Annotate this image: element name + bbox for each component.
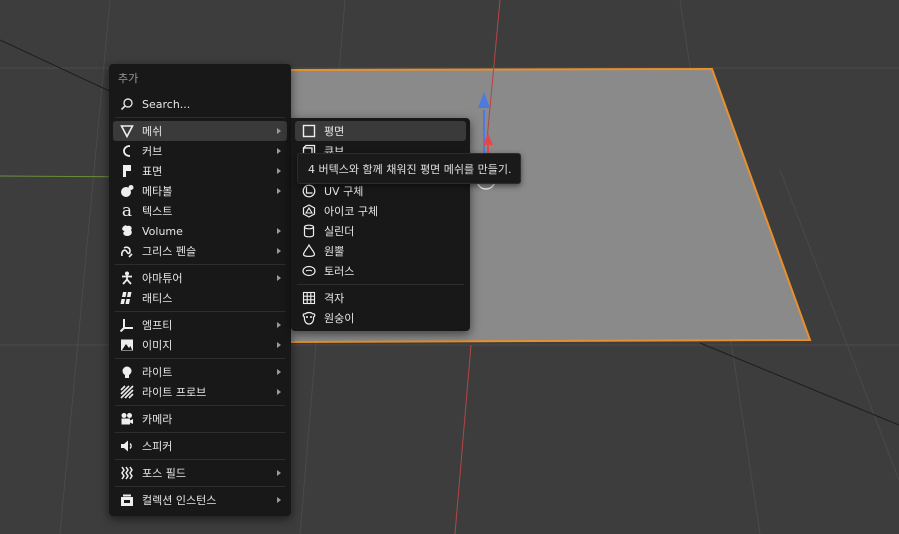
metaball-icon <box>119 183 135 199</box>
mesh-item-uv-sphere[interactable]: UV 구체 <box>295 181 466 201</box>
menu-item-label: 라이트 프로브 <box>142 386 207 399</box>
menu-item-light[interactable]: 라이트 <box>113 362 287 382</box>
menu-item-label: 그리스 펜슬 <box>142 245 197 258</box>
menu-item-image[interactable]: 이미지 <box>113 335 287 355</box>
menu-item-empty[interactable]: 엠프티 <box>113 315 287 335</box>
mesh-icon <box>119 123 135 139</box>
mesh-item-monkey[interactable]: 원숭이 <box>295 308 466 328</box>
submenu-arrow-icon <box>277 497 281 503</box>
text-icon: a <box>121 201 133 221</box>
ico-sphere-icon <box>301 203 317 219</box>
submenu-arrow-icon <box>277 275 281 281</box>
menu-item-label: 컬렉션 인스턴스 <box>142 494 217 507</box>
menu-item-surface[interactable]: 표면 <box>113 161 287 181</box>
menu-item-collection-instance[interactable]: 컬렉션 인스턴스 <box>113 490 287 510</box>
add-menu: 추가 Search... 메쉬 커브 표면 메타볼 a 텍스트 Volume 그… <box>109 64 291 516</box>
menu-item-lattice[interactable]: 래티스 <box>113 288 287 308</box>
menu-item-camera[interactable]: 카메라 <box>113 409 287 429</box>
submenu-arrow-icon <box>277 369 281 375</box>
cone-icon <box>301 243 317 259</box>
mesh-item-plane[interactable]: 평면 <box>295 121 466 141</box>
menu-item-label: 커브 <box>142 145 163 158</box>
menu-item-label: 포스 필드 <box>142 467 186 480</box>
menu-item-label: 카메라 <box>142 413 173 426</box>
menu-item-text[interactable]: a 텍스트 <box>113 201 287 221</box>
menu-item-curve[interactable]: 커브 <box>113 141 287 161</box>
grid-icon <box>301 290 317 306</box>
uv-sphere-icon <box>301 183 317 199</box>
mesh-item-cone[interactable]: 원뿔 <box>295 241 466 261</box>
menu-item-volume[interactable]: Volume <box>113 221 287 241</box>
monkey-icon <box>301 310 317 326</box>
tooltip: 4 버텍스와 함께 채워진 평면 메쉬를 만들기. <box>297 153 521 184</box>
submenu-arrow-icon <box>277 248 281 254</box>
curve-icon <box>119 143 135 159</box>
menu-item-metaball[interactable]: 메타볼 <box>113 181 287 201</box>
menu-item-label: 텍스트 <box>142 205 173 218</box>
menu-item-label: 스피커 <box>142 440 173 453</box>
surface-icon <box>119 163 135 179</box>
menu-item-label: 표면 <box>142 165 163 178</box>
menu-item-label: 아마튜어 <box>142 272 183 285</box>
volume-icon <box>119 223 135 239</box>
menu-item-label: 원뿔 <box>324 245 345 258</box>
menu-item-label: 아이코 구체 <box>324 205 379 218</box>
submenu-arrow-icon <box>277 128 281 134</box>
collection-instance-icon <box>119 492 135 508</box>
mesh-item-torus[interactable]: 토러스 <box>295 261 466 281</box>
menu-item-light-probe[interactable]: 라이트 프로브 <box>113 382 287 402</box>
light-probe-icon <box>119 384 135 400</box>
submenu-arrow-icon <box>277 470 281 476</box>
submenu-arrow-icon <box>277 342 281 348</box>
submenu-arrow-icon <box>277 148 281 154</box>
submenu-arrow-icon <box>277 322 281 328</box>
mesh-item-ico-sphere[interactable]: 아이코 구체 <box>295 201 466 221</box>
search-icon <box>119 96 135 112</box>
plane-icon <box>301 123 317 139</box>
menu-item-label: 메쉬 <box>142 125 163 138</box>
menu-item-force-field[interactable]: 포스 필드 <box>113 463 287 483</box>
menu-item-speaker[interactable]: 스피커 <box>113 436 287 456</box>
menu-item-label: 이미지 <box>142 339 173 352</box>
grease-pencil-icon <box>119 243 135 259</box>
menu-item-armature[interactable]: 아마튜어 <box>113 268 287 288</box>
image-icon <box>119 337 135 353</box>
submenu-arrow-icon <box>277 228 281 234</box>
menu-item-label: 실린더 <box>324 225 355 238</box>
mesh-item-cylinder[interactable]: 실린더 <box>295 221 466 241</box>
submenu-arrow-icon <box>277 188 281 194</box>
menu-item-label: 격자 <box>324 292 345 305</box>
menu-title: 추가 <box>118 72 139 85</box>
menu-item-label: UV 구체 <box>324 185 364 198</box>
submenu-arrow-icon <box>277 168 281 174</box>
menu-item-label: 래티스 <box>142 292 173 305</box>
menu-item-grease-pencil[interactable]: 그리스 펜슬 <box>113 241 287 261</box>
submenu-arrow-icon <box>277 389 281 395</box>
search-label: Search... <box>142 97 191 111</box>
menu-item-label: 토러스 <box>324 265 355 278</box>
light-icon <box>119 364 135 380</box>
search-field[interactable]: Search... <box>113 94 287 114</box>
empty-icon <box>119 317 135 333</box>
menu-item-label: 엠프티 <box>142 319 173 332</box>
menu-item-label: 라이트 <box>142 366 173 379</box>
tooltip-text: 4 버텍스와 함께 채워진 평면 메쉬를 만들기. <box>308 162 512 176</box>
menu-item-label: 원숭이 <box>324 312 355 325</box>
menu-item-label: Volume <box>142 224 183 238</box>
cylinder-icon <box>301 223 317 239</box>
force-field-icon <box>119 465 135 481</box>
mesh-item-grid[interactable]: 격자 <box>295 288 466 308</box>
menu-item-label: 평면 <box>324 125 345 138</box>
menu-item-label: 메타볼 <box>142 185 173 198</box>
lattice-icon <box>119 290 135 306</box>
torus-icon <box>301 263 317 279</box>
speaker-icon <box>119 438 135 454</box>
menu-item-mesh[interactable]: 메쉬 <box>113 121 287 141</box>
mesh-submenu: 평면 큐브 UV 구체 아이코 구체 실린더 원뿔 토러스 격자 원숭이 <box>291 118 470 331</box>
camera-icon <box>119 411 135 427</box>
armature-icon <box>119 270 135 286</box>
